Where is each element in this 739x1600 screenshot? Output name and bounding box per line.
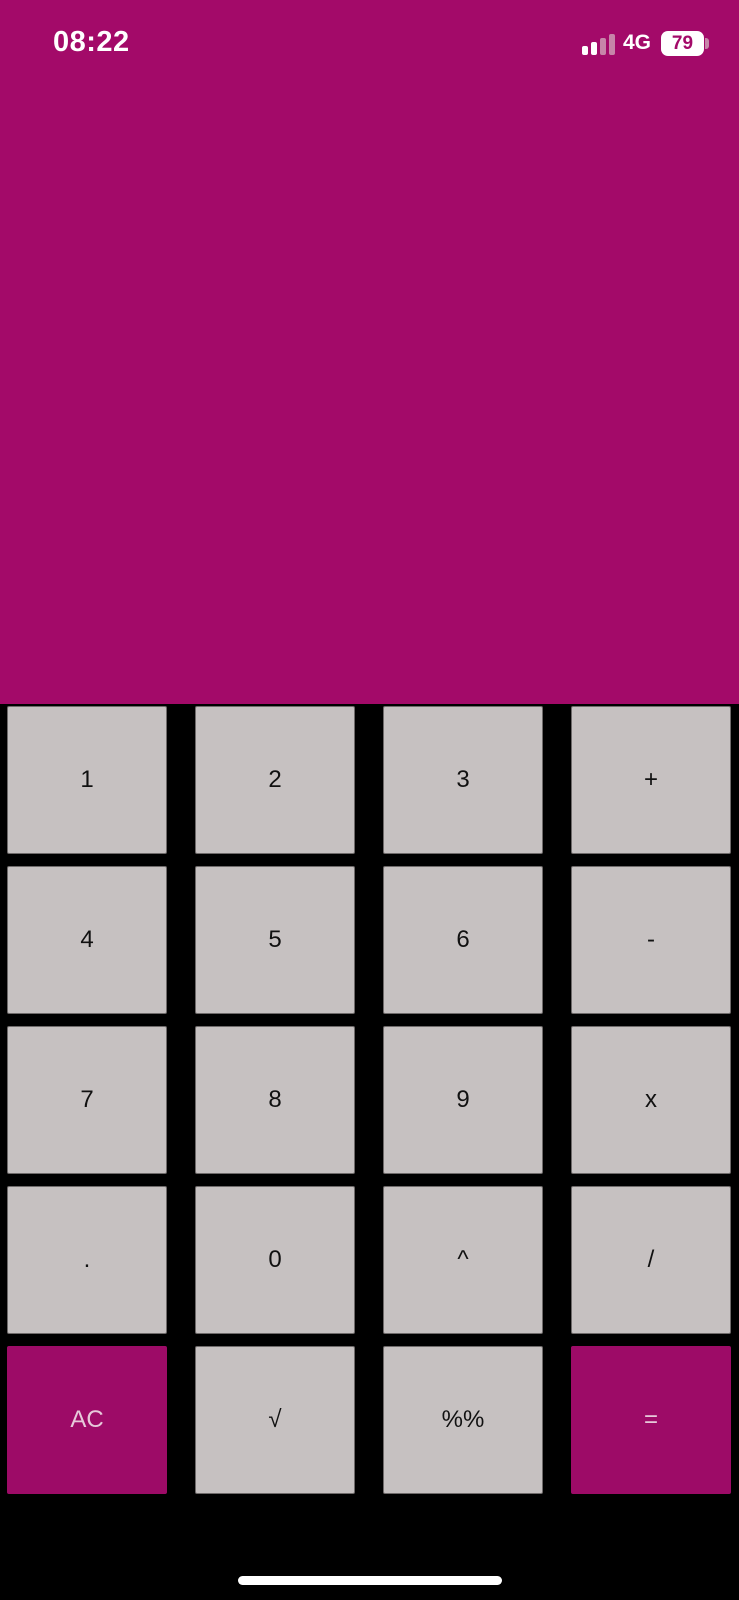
key-percent[interactable]: %%: [383, 1346, 543, 1494]
key-1[interactable]: 1: [7, 706, 167, 854]
key-all-clear[interactable]: AC: [7, 1346, 167, 1494]
key-square-root[interactable]: √: [195, 1346, 355, 1494]
calculator-display: 08:22 4G 79: [0, 0, 739, 704]
battery-icon: 79: [661, 31, 704, 56]
key-3[interactable]: 3: [383, 706, 543, 854]
home-indicator[interactable]: [238, 1576, 502, 1585]
key-4[interactable]: 4: [7, 866, 167, 1014]
key-plus[interactable]: +: [571, 706, 731, 854]
key-6[interactable]: 6: [383, 866, 543, 1014]
key-9[interactable]: 9: [383, 1026, 543, 1174]
key-multiply[interactable]: x: [571, 1026, 731, 1174]
keypad: 1 2 3 + 4 5 6 - 7 8 9 x . 0 ^ / AC √ %% …: [0, 704, 739, 1496]
status-bar: 08:22 4G 79: [0, 0, 739, 90]
key-7[interactable]: 7: [7, 1026, 167, 1174]
status-time: 08:22: [53, 26, 130, 58]
key-8[interactable]: 8: [195, 1026, 355, 1174]
key-power[interactable]: ^: [383, 1186, 543, 1334]
key-minus[interactable]: -: [571, 866, 731, 1014]
signal-strength-icon: [582, 33, 616, 55]
battery-level-label: 79: [671, 33, 694, 54]
key-5[interactable]: 5: [195, 866, 355, 1014]
key-equals[interactable]: =: [571, 1346, 731, 1494]
key-decimal[interactable]: .: [7, 1186, 167, 1334]
key-divide[interactable]: /: [571, 1186, 731, 1334]
battery-cap: [705, 38, 709, 49]
key-2[interactable]: 2: [195, 706, 355, 854]
key-0[interactable]: 0: [195, 1186, 355, 1334]
network-type-label: 4G: [623, 31, 652, 54]
